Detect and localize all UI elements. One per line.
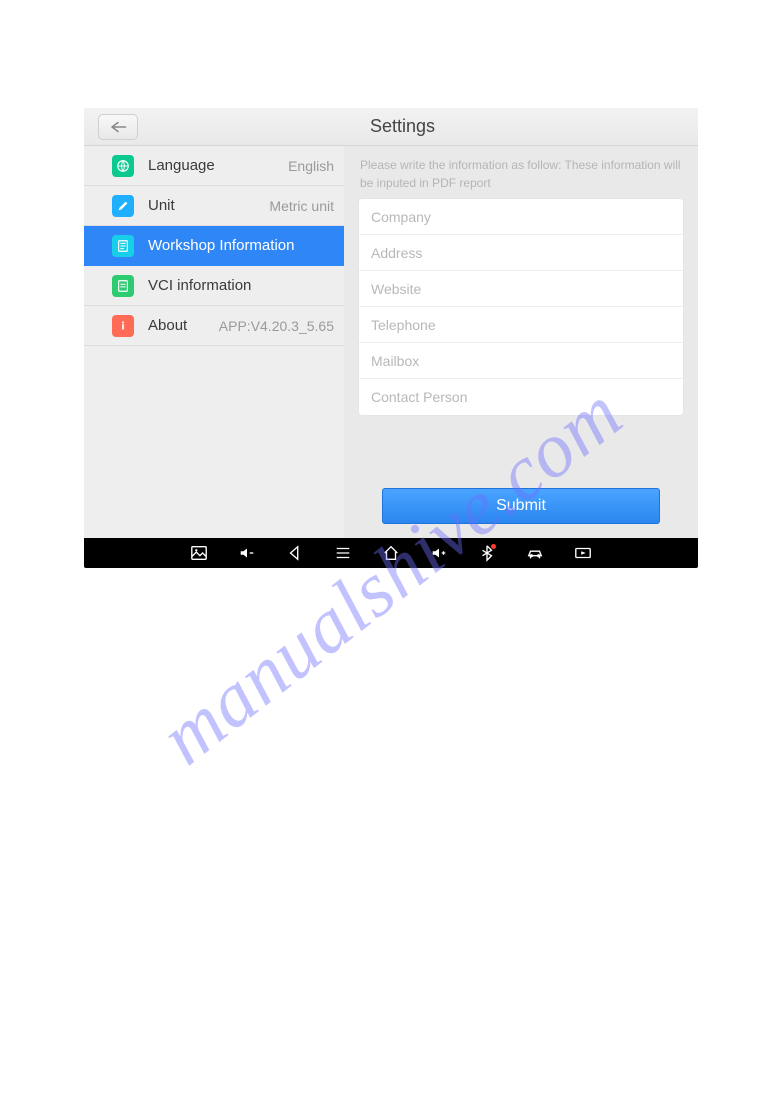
field-website: [359, 271, 683, 307]
main-panel: Please write the information as follow: …: [344, 146, 698, 538]
address-input[interactable]: [371, 245, 671, 261]
volume-down-icon[interactable]: [237, 543, 257, 563]
header: Settings: [84, 108, 698, 146]
bluetooth-status-dot: [491, 544, 496, 549]
sidebar-item-label: Unit: [148, 197, 269, 214]
form-icon: [112, 235, 134, 257]
sidebar-item-about[interactable]: About APP:V4.20.3_5.65: [84, 306, 344, 346]
sidebar-item-label: Language: [148, 157, 288, 174]
doc-icon: [112, 275, 134, 297]
globe-icon: [112, 155, 134, 177]
bluetooth-icon[interactable]: [477, 543, 497, 563]
field-contact-person: [359, 379, 683, 415]
page-title: Settings: [370, 116, 435, 137]
company-input[interactable]: [371, 209, 671, 225]
gallery-icon[interactable]: [189, 543, 209, 563]
sidebar-item-unit[interactable]: Unit Metric unit: [84, 186, 344, 226]
volume-up-icon[interactable]: [429, 543, 449, 563]
workshop-form: [358, 198, 684, 416]
sidebar-item-value: English: [288, 158, 334, 174]
system-navbar: [84, 538, 698, 568]
submit-button[interactable]: Submit: [382, 488, 660, 524]
nav-back-icon[interactable]: [285, 543, 305, 563]
mailbox-input[interactable]: [371, 353, 671, 369]
contact-person-input[interactable]: [371, 389, 671, 405]
field-address: [359, 235, 683, 271]
sidebar-item-label: About: [148, 317, 219, 334]
website-input[interactable]: [371, 281, 671, 297]
menu-icon[interactable]: [333, 543, 353, 563]
pencil-icon: [112, 195, 134, 217]
back-icon: [109, 120, 127, 134]
device-frame: Settings Language English Unit: [84, 108, 698, 568]
sidebar-item-label: VCI information: [148, 277, 334, 294]
car-icon[interactable]: [525, 543, 545, 563]
sidebar-item-label: Workshop Information: [148, 237, 334, 254]
info-icon: [112, 315, 134, 337]
sidebar-item-vci-information[interactable]: VCI information: [84, 266, 344, 306]
submit-wrap: Submit: [358, 416, 684, 538]
body: Language English Unit Metric unit Worksh…: [84, 146, 698, 538]
home-icon[interactable]: [381, 543, 401, 563]
sidebar-item-value: APP:V4.20.3_5.65: [219, 318, 334, 334]
sidebar-item-workshop-information[interactable]: Workshop Information: [84, 226, 344, 266]
field-telephone: [359, 307, 683, 343]
sidebar: Language English Unit Metric unit Worksh…: [84, 146, 344, 538]
form-hint: Please write the information as follow: …: [358, 156, 684, 198]
video-icon[interactable]: [573, 543, 593, 563]
sidebar-item-value: Metric unit: [269, 198, 334, 214]
field-company: [359, 199, 683, 235]
telephone-input[interactable]: [371, 317, 671, 333]
back-button[interactable]: [98, 114, 138, 140]
field-mailbox: [359, 343, 683, 379]
sidebar-item-language[interactable]: Language English: [84, 146, 344, 186]
